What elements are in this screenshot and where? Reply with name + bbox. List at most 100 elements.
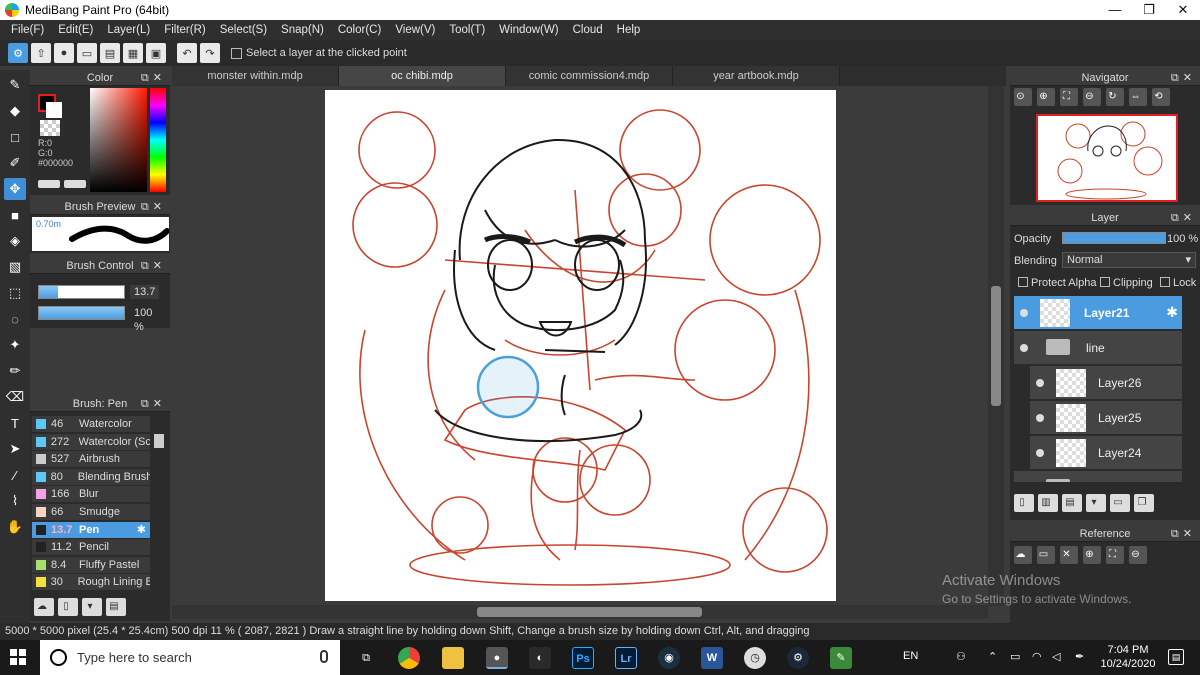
photoshop-app[interactable]: Ps [572, 647, 594, 669]
people-icon[interactable]: ⚇ [956, 650, 966, 663]
minimize-button[interactable]: — [1098, 0, 1132, 20]
media-app[interactable]: ◉ [658, 647, 680, 669]
menu-window[interactable]: Window(W) [492, 24, 565, 36]
layer-list-scrollbar[interactable] [1185, 296, 1197, 486]
close-icon[interactable]: ✕ [1183, 212, 1196, 224]
menu-file[interactable]: File(F) [4, 24, 51, 36]
flip-button[interactable]: ⇔ [1129, 88, 1147, 106]
chrome-app[interactable] [398, 647, 420, 669]
remove-color-button[interactable] [64, 180, 86, 188]
fill-rect-tool[interactable]: ■ [4, 204, 26, 226]
reference-fit-button[interactable]: ⛶ [1106, 546, 1124, 564]
popout-icon[interactable]: ⧉ [141, 260, 153, 272]
popout-icon[interactable]: ⧉ [1171, 528, 1183, 540]
canvas-horizontal-scrollbar[interactable] [172, 605, 988, 619]
volume-icon[interactable]: ◁ [1052, 650, 1060, 663]
gradient-tool[interactable]: ▧ [4, 256, 26, 278]
taskbar-search[interactable]: Type here to search [40, 640, 340, 675]
popout-icon[interactable]: ⧉ [1171, 72, 1183, 84]
layer-row-line[interactable]: line [1014, 331, 1182, 365]
notepad-app[interactable]: ✎ [830, 647, 852, 669]
page-button[interactable]: ▤ [100, 43, 120, 63]
scroll-thumb[interactable] [477, 607, 702, 617]
menu-select[interactable]: Select(S) [213, 24, 274, 36]
divide-tool[interactable]: ⁄ [4, 464, 26, 486]
menu-layer[interactable]: Layer(L) [100, 24, 157, 36]
panel-controls[interactable]: ⧉✕ [1171, 526, 1196, 542]
add-brush-button[interactable]: ▾ [82, 598, 102, 616]
reference-close-button[interactable]: ✕ [1060, 546, 1078, 564]
menu-color[interactable]: Color(C) [331, 24, 388, 36]
select-layer-checkbox[interactable] [231, 47, 242, 59]
protect-alpha-checkbox[interactable] [1018, 277, 1028, 287]
panel-controls[interactable]: ⧉✕ [141, 199, 166, 215]
menu-tool[interactable]: Tool(T) [442, 24, 492, 36]
word-app[interactable]: W [701, 647, 723, 669]
zoom-actual-button[interactable]: ⊙ [1014, 88, 1032, 106]
close-icon[interactable]: ✕ [153, 72, 166, 84]
brush-size-slider[interactable] [38, 285, 125, 299]
lasso-tool[interactable]: ◌ [4, 308, 26, 330]
dot-tool[interactable]: ✐ [4, 152, 26, 174]
file-explorer-app[interactable] [442, 647, 464, 669]
select-eraser-tool[interactable]: ⌫ [4, 386, 26, 408]
lock-option[interactable]: Lock [1160, 277, 1196, 289]
lock-checkbox[interactable] [1160, 277, 1170, 287]
layer-opacity-slider[interactable] [1062, 232, 1166, 244]
close-icon[interactable]: ✕ [153, 260, 166, 272]
menu-filter[interactable]: Filter(R) [157, 24, 213, 36]
language-indicator[interactable]: EN [903, 650, 918, 662]
scroll-thumb[interactable] [154, 434, 164, 448]
comment-button[interactable]: ▭ [77, 43, 97, 63]
transparent-color-swatch[interactable] [40, 120, 60, 136]
layer-row-layer25[interactable]: Layer25 [1030, 401, 1182, 435]
menu-edit[interactable]: Edit(E) [51, 24, 100, 36]
eraser-tool[interactable]: ◆ [4, 100, 26, 122]
tab-comic-commission4[interactable]: comic commission4.mdp [506, 66, 673, 86]
reference-zoom-in-button[interactable]: ⊕ [1083, 546, 1101, 564]
visibility-eye-icon[interactable] [1020, 309, 1028, 317]
clipping-checkbox[interactable] [1100, 277, 1110, 287]
canvas-vertical-scrollbar[interactable] [988, 86, 1004, 606]
zoom-in-button[interactable]: ⊕ [1037, 88, 1055, 106]
pen-icon[interactable]: ✒ [1075, 650, 1084, 663]
maximize-button[interactable]: ❐ [1132, 0, 1166, 20]
undo-button[interactable]: ↶ [177, 43, 197, 63]
brush-item-pencil[interactable]: 11.2 Pencil [32, 539, 150, 557]
popout-icon[interactable]: ⧉ [141, 72, 153, 84]
protect-alpha-option[interactable]: Protect Alpha [1018, 277, 1096, 289]
add-color-button[interactable] [38, 180, 60, 188]
menu-view[interactable]: View(V) [388, 24, 442, 36]
task-view-button[interactable]: ⧉ [355, 647, 377, 669]
new-layer-button[interactable]: ▯ [1014, 494, 1034, 512]
wifi-icon[interactable]: ◠ [1032, 650, 1042, 663]
panel-layout-button[interactable]: ▣ [146, 43, 166, 63]
close-icon[interactable]: ✕ [153, 201, 166, 213]
brush-tool[interactable]: ✎ [4, 74, 26, 96]
menu-snap[interactable]: Snap(N) [274, 24, 331, 36]
reference-open-button[interactable]: ▭ [1037, 546, 1055, 564]
hue-slider[interactable] [150, 88, 166, 192]
brush-opacity-value[interactable]: 100 % [130, 306, 166, 334]
new-1bit-layer-button[interactable]: ▤ [1062, 494, 1082, 512]
close-icon[interactable]: ✕ [153, 398, 166, 410]
notification-center-button[interactable]: ▤ [1168, 649, 1184, 665]
brush-item-fluffy-pastel[interactable]: 8.4 Fluffy Pastel [32, 556, 150, 574]
brush-item-airbrush[interactable]: 527 Airbrush [32, 451, 150, 469]
brush-properties-button[interactable]: ▤ [106, 598, 126, 616]
panel-controls[interactable]: ⧉✕ [141, 258, 166, 274]
system-clock[interactable]: 7:04 PM 10/24/2020 [1098, 643, 1158, 671]
lightroom-app[interactable]: Lr [615, 647, 637, 669]
shape-tool[interactable]: □ [4, 126, 26, 148]
brush-item-watercolor-sc[interactable]: 272 Watercolor (Sc [32, 433, 150, 451]
operation-tool[interactable]: ➤ [4, 438, 26, 460]
menu-cloud[interactable]: Cloud [566, 24, 610, 36]
layer-row-color[interactable]: color [1014, 471, 1182, 483]
navigator-thumbnail[interactable] [1036, 114, 1178, 202]
tab-year-artbook[interactable]: year artbook.mdp [673, 66, 840, 86]
scroll-thumb[interactable] [991, 286, 1001, 406]
move-tool[interactable]: ✥ [4, 178, 26, 200]
tab-monster-within[interactable]: monster within.mdp [172, 66, 339, 86]
reference-cloud-button[interactable]: ☁ [1014, 546, 1032, 564]
visibility-eye-icon[interactable] [1036, 449, 1044, 457]
